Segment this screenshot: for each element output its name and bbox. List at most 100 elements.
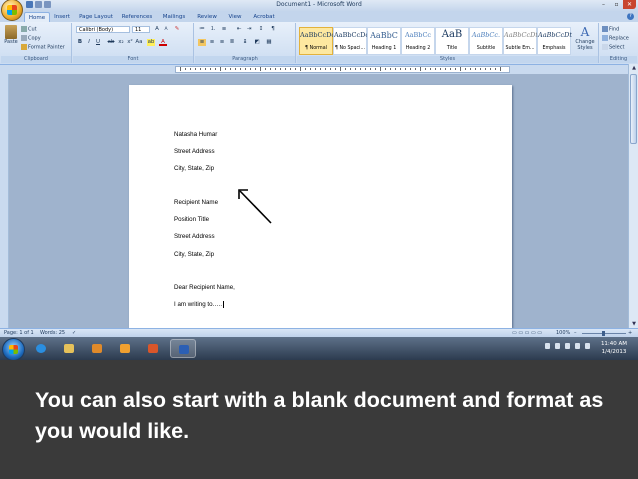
highlight-icon[interactable]: ab xyxy=(147,39,155,46)
change-case-button[interactable]: Aa xyxy=(135,39,143,46)
italic-button[interactable]: I xyxy=(85,39,93,46)
replace-button[interactable]: Replace xyxy=(602,35,629,42)
binoculars-icon xyxy=(602,26,608,32)
folder-icon xyxy=(64,344,74,353)
font-color-icon[interactable]: A xyxy=(159,39,167,46)
maximize-button[interactable]: ▫ xyxy=(610,0,623,9)
style-heading-2[interactable]: AaBbCc Heading 2 xyxy=(401,27,435,55)
change-styles-button[interactable]: A Change Styles xyxy=(573,26,597,52)
tab-acrobat[interactable]: Acrobat xyxy=(250,12,278,22)
scroll-up-icon[interactable]: ▲ xyxy=(629,64,638,72)
styles-group: AaBbCcDc ¶ Normal AaBbCcDc ¶ No Spaci...… xyxy=(297,23,599,63)
align-right-icon[interactable]: ≡ xyxy=(218,39,226,46)
line-spacing-icon[interactable]: ↨ xyxy=(241,39,249,46)
vertical-ruler[interactable] xyxy=(0,74,9,328)
clipboard-group-label: Clipboard xyxy=(1,56,71,63)
start-button[interactable] xyxy=(2,338,25,360)
vertical-scrollbar[interactable]: ▲ ▼ xyxy=(628,64,638,328)
grow-font-button[interactable]: A xyxy=(153,26,161,33)
font-size-select[interactable]: 11 xyxy=(132,26,150,33)
office-button[interactable] xyxy=(1,0,23,21)
help-icon[interactable]: ? xyxy=(627,13,634,20)
ruler-tick xyxy=(330,68,331,70)
ruler-tick xyxy=(200,68,201,70)
tab-page-layout[interactable]: Page Layout xyxy=(78,12,114,22)
ruler-tick xyxy=(490,68,491,70)
tab-mailings[interactable]: Mailings xyxy=(160,12,188,22)
ruler-tick xyxy=(395,68,396,70)
scrollbar-thumb[interactable] xyxy=(630,74,637,144)
sort-icon[interactable]: ↕ xyxy=(257,26,265,33)
zoom-slider-knob[interactable] xyxy=(602,331,605,336)
numbering-icon[interactable]: ⒈ xyxy=(209,26,217,33)
document-page[interactable]: Natasha Humar Street Address City, State… xyxy=(129,85,512,328)
ruler-tick xyxy=(495,68,496,70)
ruler-tick xyxy=(450,68,451,70)
volume-icon[interactable] xyxy=(575,343,580,349)
select-button[interactable]: Select xyxy=(602,44,624,51)
decrease-indent-icon[interactable]: ⇤ xyxy=(235,26,243,33)
strikethrough-button[interactable]: ab xyxy=(107,39,115,46)
scissors-icon xyxy=(21,26,27,32)
taskbar-app-4[interactable] xyxy=(112,339,138,358)
network-icon[interactable] xyxy=(565,343,570,349)
style-title[interactable]: AaB Title xyxy=(435,27,469,55)
borders-icon[interactable]: ▦ xyxy=(265,39,273,46)
font-name-select[interactable]: Calibri (Body) xyxy=(76,26,130,33)
ruler-tick xyxy=(180,67,181,71)
ruler-tick xyxy=(455,68,456,70)
window-title: Document1 - Microsoft Word xyxy=(276,1,362,8)
flag-icon[interactable] xyxy=(555,343,560,349)
tray-app-icon[interactable] xyxy=(585,343,590,349)
cut-button[interactable]: Cut xyxy=(21,26,37,33)
taskbar-app-5[interactable] xyxy=(140,339,166,358)
close-button[interactable]: ✕ xyxy=(623,0,636,9)
style-subtitle[interactable]: AaBbCc. Subtitle xyxy=(469,27,503,55)
tray-arrow-icon[interactable] xyxy=(545,343,550,349)
word-icon xyxy=(179,345,189,354)
increase-indent-icon[interactable]: ⇥ xyxy=(245,26,253,33)
ruler-tick xyxy=(190,68,191,70)
shrink-font-button[interactable]: A xyxy=(162,26,170,33)
show-formatting-icon[interactable]: ¶ xyxy=(269,26,277,33)
sender-city-line: City, State, Zip xyxy=(174,165,215,172)
taskbar: 11:40 AM 1/4/2013 xyxy=(0,337,638,360)
ruler-tick xyxy=(405,68,406,70)
tab-review[interactable]: Review xyxy=(195,12,219,22)
subscript-button[interactable]: x₂ xyxy=(117,39,125,46)
justify-icon[interactable]: ≣ xyxy=(228,39,236,46)
style-normal[interactable]: AaBbCcDc ¶ Normal xyxy=(299,27,335,55)
tab-insert[interactable]: Insert xyxy=(52,12,72,22)
ruler-tick xyxy=(250,68,251,70)
taskbar-ie[interactable] xyxy=(28,339,54,358)
taskbar-word[interactable] xyxy=(170,339,196,358)
style-emphasis[interactable]: AaBbCcDt Emphasis xyxy=(537,27,572,55)
clock[interactable]: 11:40 AM 1/4/2013 xyxy=(592,340,636,356)
copy-button[interactable]: Copy xyxy=(21,35,41,42)
bullets-icon[interactable]: ≔ xyxy=(198,26,206,33)
align-left-icon[interactable]: ≡ xyxy=(198,39,206,46)
format-painter-button[interactable]: Format Painter xyxy=(21,44,65,51)
tab-references[interactable]: References xyxy=(120,12,154,22)
align-center-icon[interactable]: ≡ xyxy=(208,39,216,46)
clear-formatting-icon[interactable]: ✎ xyxy=(173,26,181,33)
style-subtle-emphasis[interactable]: AaBbCcDt Subtle Em... xyxy=(503,27,538,55)
superscript-button[interactable]: x² xyxy=(126,39,134,46)
ruler-tick xyxy=(425,68,426,70)
style-heading-1[interactable]: AaBbC Heading 1 xyxy=(367,27,401,55)
paste-button[interactable]: Paste xyxy=(4,25,18,53)
ruler-tick xyxy=(500,67,501,71)
multilevel-list-icon[interactable]: ≡ xyxy=(220,26,228,33)
style-no-spacing[interactable]: AaBbCcDc ¶ No Spaci... xyxy=(333,27,369,55)
minimize-button[interactable]: – xyxy=(597,0,610,9)
bold-button[interactable]: B xyxy=(76,39,84,46)
tab-view[interactable]: View xyxy=(225,12,245,22)
find-button[interactable]: Find xyxy=(602,26,619,33)
ruler-tick xyxy=(325,68,326,70)
taskbar-media[interactable] xyxy=(84,339,110,358)
underline-button[interactable]: U xyxy=(94,39,102,46)
scroll-down-icon[interactable]: ▼ xyxy=(629,320,638,328)
taskbar-explorer[interactable] xyxy=(56,339,82,358)
shading-icon[interactable]: ◩ xyxy=(253,39,261,46)
sender-name-line: Natasha Humar xyxy=(174,131,218,138)
